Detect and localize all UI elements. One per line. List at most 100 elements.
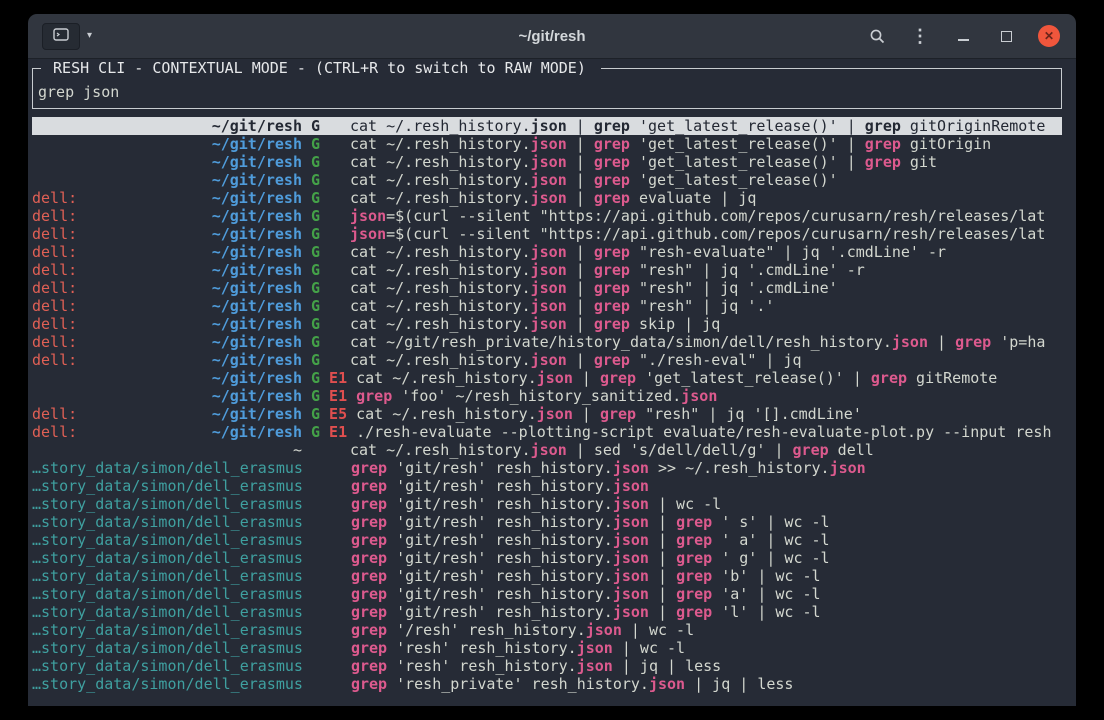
new-terminal-button[interactable]: [42, 23, 80, 50]
history-row[interactable]: ~/git/reshGcat ~/.resh_history.json | gr…: [32, 153, 1062, 171]
directory-label: …story_data/simon/dell_erasmus: [32, 477, 303, 495]
match-highlight: grep: [351, 675, 387, 693]
match-highlight: grep: [594, 261, 630, 279]
history-row[interactable]: …story_data/simon/dell_erasmusgrep 'git/…: [32, 585, 1062, 603]
match-highlight: grep: [676, 585, 712, 603]
history-row[interactable]: …story_data/simon/dell_erasmusgrep 'git/…: [32, 549, 1062, 567]
history-row[interactable]: ~/git/reshGcat ~/.resh_history.json | gr…: [32, 171, 1062, 189]
terminal-window: ▾ ~/git/resh ⋮ ✕ RESH CLI - CONTEXTUAL M…: [28, 14, 1076, 706]
history-row[interactable]: ~cat ~/.resh_history.json | sed 's/dell/…: [32, 441, 1062, 459]
history-row[interactable]: ~/git/reshGcat ~/.resh_history.json | gr…: [32, 117, 1062, 135]
history-row[interactable]: dell:~/git/reshGcat ~/.resh_history.json…: [32, 351, 1062, 369]
chevron-down-icon[interactable]: ▾: [87, 31, 92, 41]
match-highlight: json: [531, 153, 567, 171]
match-highlight: json: [531, 351, 567, 369]
match-highlight: json: [681, 387, 717, 405]
restore-button[interactable]: [995, 25, 1017, 47]
history-row[interactable]: dell:~/git/reshGjson=$(curl --silent "ht…: [32, 225, 1062, 243]
row-flags: [303, 513, 351, 531]
directory-label: …story_data/simon/dell_erasmus: [32, 549, 303, 567]
history-row[interactable]: …story_data/simon/dell_erasmusgrep 'resh…: [32, 675, 1062, 693]
directory-label: …story_data/simon/dell_erasmus: [32, 621, 303, 639]
command-text: cat ~/.resh_history.json | grep 'get_lat…: [350, 153, 1062, 171]
match-highlight: grep: [594, 135, 630, 153]
command-text: cat ~/git/resh_private/history_data/simo…: [350, 333, 1062, 351]
directory-label: ~/git/resh: [212, 243, 302, 261]
flag-badge: E1: [320, 423, 347, 441]
history-row[interactable]: …story_data/simon/dell_erasmusgrep 'git/…: [32, 459, 1062, 477]
history-row[interactable]: dell:~/git/reshGcat ~/.resh_history.json…: [32, 189, 1062, 207]
row-flags: G E1: [302, 369, 356, 387]
history-row[interactable]: ~/git/reshGcat ~/.resh_history.json | gr…: [32, 135, 1062, 153]
row-flags: [303, 657, 351, 675]
command-text: cat ~/.resh_history.json | sed 's/dell/d…: [350, 441, 1062, 459]
row-flags: [303, 549, 351, 567]
command-text: cat ~/.resh_history.json | grep 'get_lat…: [350, 135, 1062, 153]
flag-badge: G: [311, 171, 320, 189]
history-row[interactable]: …story_data/simon/dell_erasmusgrep '/res…: [32, 621, 1062, 639]
command-text: cat ~/.resh_history.json | grep "resh" |…: [350, 297, 1062, 315]
history-row[interactable]: …story_data/simon/dell_erasmusgrep 'git/…: [32, 567, 1062, 585]
close-button[interactable]: ✕: [1038, 25, 1060, 47]
row-location: …story_data/simon/dell_erasmus: [32, 459, 303, 477]
directory-label: ~/git/resh: [212, 153, 302, 171]
match-highlight: json: [892, 333, 928, 351]
row-flags: G: [302, 153, 350, 171]
row-flags: G: [302, 225, 350, 243]
row-location: …story_data/simon/dell_erasmus: [32, 513, 303, 531]
history-row[interactable]: dell:~/git/reshGcat ~/git/resh_private/h…: [32, 333, 1062, 351]
match-highlight: json: [350, 225, 386, 243]
flag-badge: G: [311, 297, 320, 315]
match-highlight: grep: [351, 657, 387, 675]
history-row[interactable]: …story_data/simon/dell_erasmusgrep 'git/…: [32, 513, 1062, 531]
row-location: dell:~/git/resh: [32, 297, 302, 315]
match-highlight: json: [613, 567, 649, 585]
close-icon: ✕: [1044, 30, 1054, 42]
directory-label: ~/git/resh: [212, 171, 302, 189]
search-icon[interactable]: [866, 25, 888, 47]
history-row[interactable]: ~/git/reshG E1grep 'foo' ~/resh_history_…: [32, 387, 1062, 405]
flag-badge: G: [311, 315, 320, 333]
match-highlight: json: [613, 531, 649, 549]
match-highlight: grep: [676, 513, 712, 531]
row-location: ~/git/resh: [32, 369, 302, 387]
flag-badge: G: [311, 225, 320, 243]
row-flags: G: [302, 135, 350, 153]
history-row[interactable]: dell:~/git/reshGcat ~/.resh_history.json…: [32, 261, 1062, 279]
match-highlight: json: [613, 513, 649, 531]
command-text: cat ~/.resh_history.json | grep evaluate…: [350, 189, 1062, 207]
history-row[interactable]: …story_data/simon/dell_erasmusgrep 'resh…: [32, 639, 1062, 657]
row-location: …story_data/simon/dell_erasmus: [32, 639, 303, 657]
history-row[interactable]: dell:~/git/reshG E5cat ~/.resh_history.j…: [32, 405, 1062, 423]
row-flags: G: [302, 171, 350, 189]
row-location: …story_data/simon/dell_erasmus: [32, 495, 303, 513]
command-text: cat ~/.resh_history.json | grep 'get_lat…: [350, 117, 1062, 135]
menu-kebab-icon[interactable]: ⋮: [909, 25, 931, 47]
history-row[interactable]: ~/git/reshG E1cat ~/.resh_history.json |…: [32, 369, 1062, 387]
history-row[interactable]: …story_data/simon/dell_erasmusgrep 'git/…: [32, 477, 1062, 495]
command-text: grep 'foo' ~/resh_history_sanitized.json: [356, 387, 1062, 405]
row-flags: G: [302, 261, 350, 279]
flag-badge: E1: [320, 387, 347, 405]
row-location: ~/git/resh: [32, 171, 302, 189]
row-flags: G E1: [302, 387, 356, 405]
history-row[interactable]: …story_data/simon/dell_erasmusgrep 'git/…: [32, 531, 1062, 549]
row-location: ~/git/resh: [32, 387, 302, 405]
row-location: dell:~/git/resh: [32, 351, 302, 369]
host-label: dell:: [32, 333, 77, 351]
match-highlight: json: [531, 189, 567, 207]
minimize-button[interactable]: [952, 25, 974, 47]
history-row[interactable]: dell:~/git/reshGcat ~/.resh_history.json…: [32, 279, 1062, 297]
history-row[interactable]: …story_data/simon/dell_erasmusgrep 'git/…: [32, 603, 1062, 621]
command-text: cat ~/.resh_history.json | grep skip | j…: [350, 315, 1062, 333]
history-row[interactable]: dell:~/git/reshGcat ~/.resh_history.json…: [32, 243, 1062, 261]
match-highlight: grep: [351, 513, 387, 531]
host-label: dell:: [32, 261, 77, 279]
history-row[interactable]: dell:~/git/reshGjson=$(curl --silent "ht…: [32, 207, 1062, 225]
history-row[interactable]: dell:~/git/reshG E1./resh-evaluate --plo…: [32, 423, 1062, 441]
history-row[interactable]: dell:~/git/resh Gcat ~/.resh_history.json…: [32, 297, 1062, 315]
search-query-input[interactable]: grep json: [38, 83, 1061, 101]
history-row[interactable]: dell:~/git/reshGcat ~/.resh_history.json…: [32, 315, 1062, 333]
history-row[interactable]: …story_data/simon/dell_erasmusgrep 'resh…: [32, 657, 1062, 675]
history-row[interactable]: …story_data/simon/dell_erasmusgrep 'git/…: [32, 495, 1062, 513]
